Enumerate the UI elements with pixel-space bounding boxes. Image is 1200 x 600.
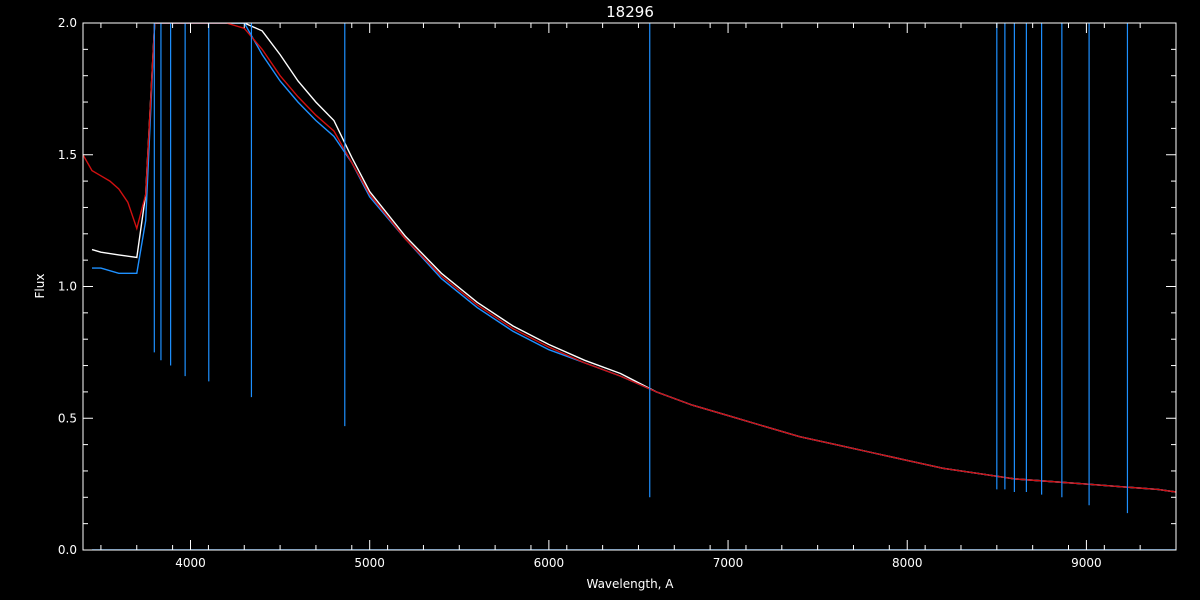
- series-layer: [83, 23, 1176, 550]
- x-tick-label: 5000: [354, 556, 385, 570]
- x-tick-label: 4000: [175, 556, 206, 570]
- y-tick-label: 1.5: [58, 148, 77, 162]
- plot-frame: [82, 22, 1177, 551]
- series-line-0: [91, 23, 1176, 493]
- tick-layer: 4000 5000 6000 7000 8000 9000 0.0 0.5 1.0 1.5 2.0: [58, 16, 1177, 570]
- x-axis-label: Wavelength, A: [586, 577, 674, 591]
- y-tick-label: 0.0: [58, 543, 77, 557]
- series-line-1: [92, 23, 1176, 493]
- chart-title: 18296: [606, 3, 654, 21]
- y-axis-label: Flux: [33, 274, 47, 299]
- series-line-2: [83, 23, 1176, 493]
- x-tick-label: 9000: [1071, 556, 1102, 570]
- x-tick-label: 8000: [892, 556, 923, 570]
- y-tick-label: 1.0: [58, 280, 77, 294]
- chart-svg: 4000 5000 6000 7000 8000 90000.00.51.01.52.0 …: [33, 3, 1177, 591]
- y-tick-label: 2.0: [58, 16, 77, 30]
- y-tick-label: 0.5: [58, 411, 77, 425]
- x-tick-label: 6000: [534, 556, 565, 570]
- x-tick-label: 7000: [713, 556, 744, 570]
- spectrum-chart: 4000 5000 6000 7000 8000 9000 0.0 0.5 1.0 1.5 2.0 …: [0, 0, 1200, 600]
